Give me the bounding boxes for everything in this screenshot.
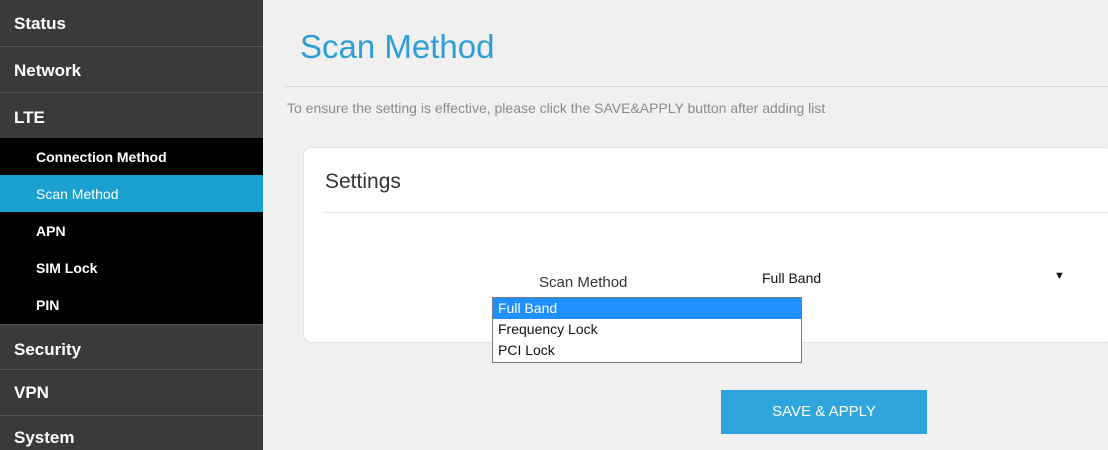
option-frequency-lock[interactable]: Frequency Lock [493,319,801,340]
submenu-item-label: SIM Lock [36,259,98,276]
title-divider [285,86,1108,87]
submenu-item-scan-method[interactable]: Scan Method [0,175,263,212]
caret-down-icon: ▼ [1054,270,1065,282]
submenu-item-label: Connection Method [36,148,167,165]
lte-submenu: Connection Method Scan Method APN SIM Lo… [0,138,263,324]
sidebar: Status Network LTE Connection Method Sca… [0,0,263,450]
scan-method-selected-value: Full Band [762,270,822,286]
nav-item-network-label: Network [14,61,82,80]
submenu-item-sim-lock[interactable]: SIM Lock [0,249,263,286]
nav-item-status-label: Status [14,14,66,33]
submenu-item-apn[interactable]: APN [0,212,263,249]
submenu-item-label: PIN [36,296,60,313]
nav-item-lte-label: LTE [14,108,45,127]
nav-item-vpn[interactable]: VPN [0,370,263,416]
option-pci-lock[interactable]: PCI Lock [493,340,801,361]
scan-method-dropdown: Full Band Frequency Lock PCI Lock [492,297,802,363]
nav-item-system[interactable]: System [0,416,263,450]
nav-item-security-label: Security [14,340,82,359]
nav-item-vpn-label: VPN [14,383,49,402]
nav-item-network[interactable]: Network [0,47,263,93]
nav-item-system-label: System [14,428,75,447]
nav-item-security[interactable]: Security [0,324,263,370]
save-apply-button[interactable]: SAVE & APPLY [721,390,927,434]
settings-divider [324,212,1108,213]
settings-title: Settings [325,170,401,193]
submenu-item-label: APN [36,222,66,239]
nav-item-lte[interactable]: LTE [0,93,263,138]
submenu-item-connection-method[interactable]: Connection Method [0,138,263,175]
scan-method-label: Scan Method [539,274,628,291]
hint-text: To ensure the setting is effective, plea… [287,100,826,116]
submenu-item-pin[interactable]: PIN [0,286,263,323]
nav-item-status[interactable]: Status [0,0,263,47]
scan-method-select[interactable]: Full Band ▼ [758,266,1070,292]
option-full-band[interactable]: Full Band [493,298,801,319]
submenu-item-label: Scan Method [36,185,119,202]
page-title: Scan Method [300,28,495,65]
main-content: Scan Method To ensure the setting is eff… [263,0,1108,450]
